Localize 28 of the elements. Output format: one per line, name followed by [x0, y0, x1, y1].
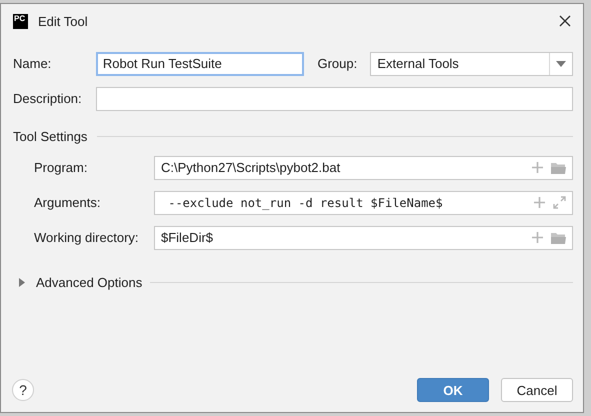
field-label: Arguments: — [34, 195, 102, 210]
field-label: Program: — [34, 160, 88, 175]
expand-icon[interactable] — [553, 196, 566, 209]
field-label: Working directory: — [34, 230, 140, 245]
cancel-button[interactable]: Cancel — [501, 378, 573, 402]
description-field[interactable] — [96, 86, 573, 110]
name-field[interactable]: Robot Run TestSuite — [96, 52, 304, 76]
folder-icon[interactable] — [551, 232, 566, 244]
app-logo: PC — [13, 14, 28, 28]
field-label: Group: — [317, 56, 358, 71]
path-field[interactable]: C:\Python27\Scripts\pybot2.bat — [154, 156, 573, 180]
add-icon[interactable] — [532, 232, 543, 243]
section-title: Tool Settings — [13, 128, 88, 144]
path-field[interactable]: $FileDir$ — [154, 226, 573, 250]
group-dropdown[interactable]: External Tools — [370, 52, 574, 76]
field-label: Name: — [13, 56, 52, 71]
arguments-field[interactable]: --exclude not_run -d result $FileName$ — [154, 190, 573, 214]
close-icon[interactable] — [559, 15, 571, 27]
field-label: Description: — [13, 91, 83, 106]
expand-arrow-icon[interactable] — [19, 278, 25, 286]
ok-button[interactable]: OK — [417, 378, 489, 402]
help-button[interactable]: ? — [12, 379, 34, 401]
section-title[interactable]: Advanced Options — [36, 274, 142, 290]
add-icon[interactable] — [532, 162, 543, 173]
window-title: Edit Tool — [38, 14, 89, 28]
add-icon[interactable] — [534, 197, 545, 208]
folder-icon[interactable] — [551, 162, 566, 174]
caret-icon — [556, 60, 566, 66]
